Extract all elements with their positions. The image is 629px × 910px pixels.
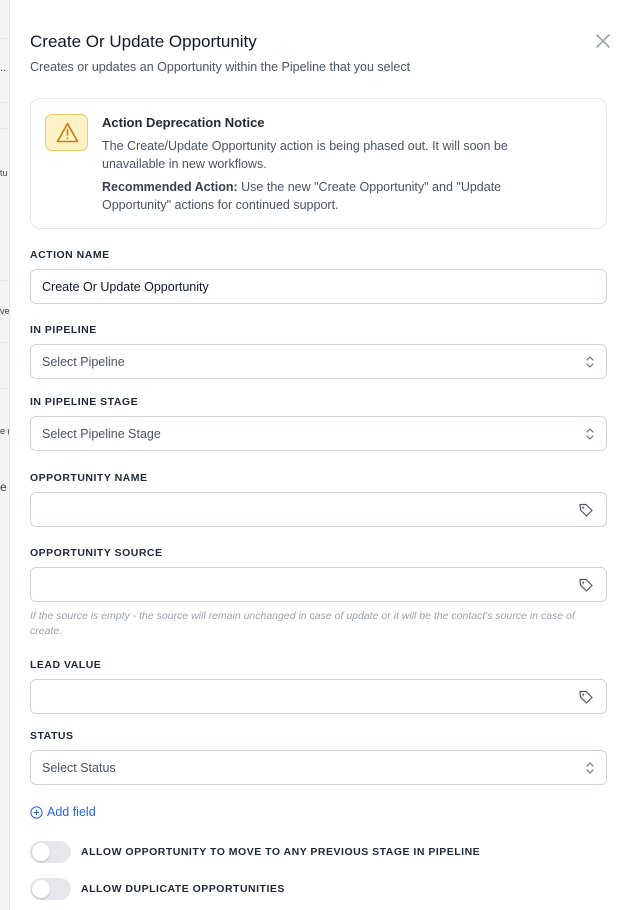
status-placeholder: Select Status (42, 761, 116, 775)
divider (0, 342, 9, 343)
tag-icon[interactable] (578, 577, 594, 593)
lead-value-input[interactable] (30, 679, 607, 714)
tag-icon[interactable] (578, 502, 594, 518)
divider (0, 128, 9, 129)
panel-title: Create Or Update Opportunity (30, 32, 257, 51)
action-side-panel: Create Or Update Opportunity Creates or … (10, 0, 629, 910)
pipeline-label: IN PIPELINE (30, 324, 97, 336)
background-fragment: .. (0, 62, 7, 74)
background-fragment: e ( (0, 426, 10, 436)
background-fragment: e (0, 480, 7, 494)
previous-stage-toggle-label: ALLOW OPPORTUNITY TO MOVE TO ANY PREVIOU… (81, 846, 481, 858)
deprecation-notice: Action Deprecation Notice The Create/Upd… (30, 98, 607, 229)
notice-body: The Create/Update Opportunity action is … (102, 139, 508, 171)
toggle-knob (32, 843, 50, 861)
action-name-input[interactable]: Create Or Update Opportunity (30, 269, 607, 304)
pipeline-placeholder: Select Pipeline (42, 355, 125, 369)
toggle-row-duplicates: ALLOW DUPLICATE OPPORTUNITIES (30, 878, 285, 900)
lead-value-label: LEAD VALUE (30, 659, 102, 671)
previous-stage-toggle[interactable] (30, 841, 71, 863)
action-name-label: ACTION NAME (30, 249, 110, 261)
warning-icon-box (45, 114, 88, 151)
pipeline-stage-select[interactable]: Select Pipeline Stage (30, 416, 607, 451)
pipeline-stage-placeholder: Select Pipeline Stage (42, 427, 161, 441)
status-label: STATUS (30, 730, 74, 742)
divider (0, 38, 9, 39)
select-chevron-icon (586, 428, 594, 440)
select-chevron-icon (586, 762, 594, 774)
pipeline-select[interactable]: Select Pipeline (30, 344, 607, 379)
close-icon[interactable] (594, 32, 612, 50)
panel-subtitle: Creates or updates an Opportunity within… (30, 60, 411, 74)
action-name-value: Create Or Update Opportunity (42, 280, 209, 294)
duplicate-opportunities-toggle-label: ALLOW DUPLICATE OPPORTUNITIES (81, 883, 285, 895)
opportunity-source-label: OPPORTUNITY SOURCE (30, 547, 163, 559)
plus-circle-icon (30, 805, 43, 819)
add-field-label: Add field (47, 805, 96, 819)
opportunity-name-label: OPPORTUNITY NAME (30, 472, 148, 484)
divider (0, 280, 9, 281)
recommendation-label: Recommended Action: (102, 180, 238, 194)
background-app-strip: .. tu ve e ( e (0, 0, 10, 910)
add-field-button[interactable]: Add field (30, 805, 96, 819)
pipeline-stage-label: IN PIPELINE STAGE (30, 396, 139, 408)
divider (0, 102, 9, 103)
status-select[interactable]: Select Status (30, 750, 607, 785)
opportunity-source-hint: If the source is empty - the source will… (30, 610, 575, 637)
notice-recommendation: Recommended Action: Use the new "Create … (102, 178, 572, 214)
opportunity-name-input[interactable] (30, 492, 607, 527)
opportunity-source-input[interactable] (30, 567, 607, 602)
background-fragment: tu (0, 168, 8, 178)
tag-icon[interactable] (578, 689, 594, 705)
select-chevron-icon (586, 356, 594, 368)
toggle-knob (32, 880, 50, 898)
background-fragment: ve (0, 306, 10, 316)
toggle-row-previous-stage: ALLOW OPPORTUNITY TO MOVE TO ANY PREVIOU… (30, 841, 480, 863)
warning-triangle-icon (56, 122, 79, 143)
notice-title: Action Deprecation Notice (102, 115, 265, 130)
divider (0, 388, 9, 389)
duplicate-opportunities-toggle[interactable] (30, 878, 71, 900)
